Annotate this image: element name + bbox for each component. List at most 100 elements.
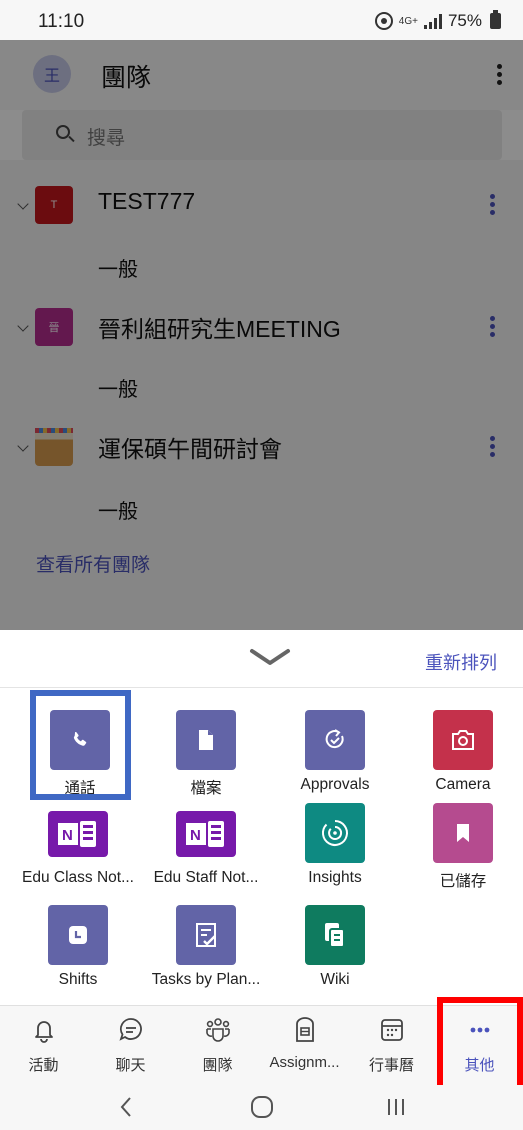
nav-label: Assignm... (269, 1054, 340, 1071)
clock-icon (48, 905, 108, 965)
channel-row[interactable]: 一般 (0, 356, 523, 416)
app-files[interactable]: 檔案 (136, 710, 276, 808)
app-tasks-by-planner[interactable]: Tasks by Plan... (136, 905, 276, 1003)
nav-label: 聊天 (115, 1057, 146, 1074)
app-header: 王 團隊 (0, 40, 523, 110)
team-avatar: 晉 (35, 308, 73, 346)
team-row-test777[interactable]: T TEST777 (0, 174, 523, 234)
team-more-icon[interactable] (487, 432, 497, 460)
svg-text:N: N (62, 827, 73, 844)
approvals-icon (305, 710, 365, 770)
nav-label: 活動 (28, 1057, 59, 1074)
app-label: Insights (308, 869, 362, 886)
bell-icon (35, 1021, 53, 1043)
chevron-down-icon[interactable] (17, 440, 29, 452)
app-edu-staff-notebook[interactable]: N Edu Staff Not... (136, 803, 276, 901)
app-label: Edu Class Not... (22, 869, 134, 886)
svg-text:N: N (190, 827, 201, 844)
network-type-icon: 4G+ (398, 15, 418, 27)
status-time: 11:10 (38, 11, 85, 32)
team-name: 晉利組研究生MEETING (98, 316, 341, 342)
app-camera[interactable]: Camera (393, 710, 523, 808)
nav-teams[interactable]: 團隊 (174, 1006, 261, 1086)
battery-icon (490, 10, 501, 29)
teams-icon (206, 1018, 230, 1042)
nav-activity[interactable]: 活動 (0, 1006, 87, 1086)
status-bar: 11:10 4G+ 75% (0, 0, 523, 40)
app-edu-class-notebook[interactable]: N Edu Class Not... (8, 803, 148, 901)
app-saved[interactable]: 已儲存 (393, 803, 523, 901)
camera-icon (433, 710, 493, 770)
nfc-icon (374, 12, 393, 30)
channel-name: 一般 (98, 501, 138, 523)
app-label: 已儲存 (439, 873, 487, 890)
chevron-down-icon[interactable] (17, 320, 29, 332)
app-label: Shifts (58, 971, 98, 988)
more-options-icon[interactable] (489, 58, 509, 90)
nav-more[interactable]: 其他 (436, 1006, 523, 1086)
avatar[interactable]: 王 (33, 55, 71, 93)
nav-chat[interactable]: 聊天 (87, 1006, 174, 1086)
sheet-header: 重新排列 (0, 630, 523, 688)
calendar-icon (381, 1019, 403, 1041)
app-label: Wiki (320, 971, 350, 988)
team-more-icon[interactable] (487, 312, 497, 340)
team-row-meeting[interactable]: 晉 晉利組研究生MEETING (0, 296, 523, 356)
home-icon[interactable] (232, 1089, 292, 1125)
channel-row[interactable]: 一般 (0, 236, 523, 296)
channel-name: 一般 (98, 259, 138, 281)
search-input[interactable]: 搜尋 (22, 110, 502, 160)
reorder-button[interactable]: 重新排列 (425, 649, 497, 675)
recents-icon[interactable] (366, 1089, 426, 1125)
nav-label: 行事曆 (368, 1057, 414, 1074)
search-placeholder: 搜尋 (87, 128, 126, 149)
bottom-navigation: 活動 聊天 團隊 Assignm... 行事曆 其他 (0, 1005, 523, 1085)
insights-icon (305, 803, 365, 863)
nav-calendar[interactable]: 行事曆 (348, 1006, 435, 1086)
app-label: Approvals (300, 776, 370, 793)
battery-percent: 75% (447, 11, 482, 30)
tasks-icon (176, 905, 236, 965)
more-icon (470, 1027, 490, 1033)
search-icon (56, 125, 70, 139)
nav-label: 其他 (464, 1057, 495, 1074)
app-calls[interactable]: 通話 (10, 710, 150, 808)
assignments-icon (296, 1017, 314, 1042)
team-row-seminar[interactable]: 運保碩午間研討會 (0, 416, 523, 476)
app-label: 通話 (64, 780, 96, 797)
app-approvals[interactable]: Approvals (265, 710, 405, 808)
file-icon (176, 710, 236, 770)
bookmark-icon (433, 803, 493, 863)
channel-row[interactable]: 一般 (0, 478, 523, 538)
more-apps-sheet: 重新排列 通話 檔案 Approvals Camera N Edu Class … (0, 630, 523, 1005)
chevron-down-icon[interactable] (17, 198, 29, 210)
wiki-icon (305, 905, 365, 965)
team-avatar: T (35, 186, 73, 224)
team-name: 運保碩午間研討會 (98, 436, 282, 462)
app-label: Camera (435, 776, 491, 793)
status-icons: 4G+ 75% (374, 10, 501, 31)
app-label: Tasks by Plan... (151, 971, 261, 988)
team-name: TEST777 (98, 188, 196, 214)
chevron-down-icon[interactable] (246, 645, 294, 669)
nav-label: 團隊 (202, 1057, 233, 1074)
app-label: 檔案 (190, 780, 222, 797)
app-label: Edu Staff Not... (153, 869, 259, 886)
signal-icon (423, 13, 442, 29)
onenote-icon: N (48, 811, 108, 857)
channel-name: 一般 (98, 379, 138, 401)
onenote-icon: N (176, 811, 236, 857)
chat-icon (119, 1018, 142, 1041)
back-icon[interactable] (96, 1089, 156, 1125)
page-title: 團隊 (101, 64, 152, 92)
nav-assignments[interactable]: Assignm... (261, 1006, 348, 1086)
team-avatar (35, 428, 73, 466)
app-wiki[interactable]: Wiki (265, 905, 405, 1003)
app-insights[interactable]: Insights (265, 803, 405, 901)
app-shifts[interactable]: Shifts (8, 905, 148, 1003)
team-more-icon[interactable] (487, 190, 497, 218)
system-navigation (0, 1085, 523, 1130)
see-all-teams-link[interactable]: 查看所有團隊 (36, 550, 150, 577)
phone-icon (50, 710, 110, 770)
team-list: T TEST777 一般 晉 晉利組研究生MEETING 一般 運保碩午間研討會… (0, 160, 523, 630)
